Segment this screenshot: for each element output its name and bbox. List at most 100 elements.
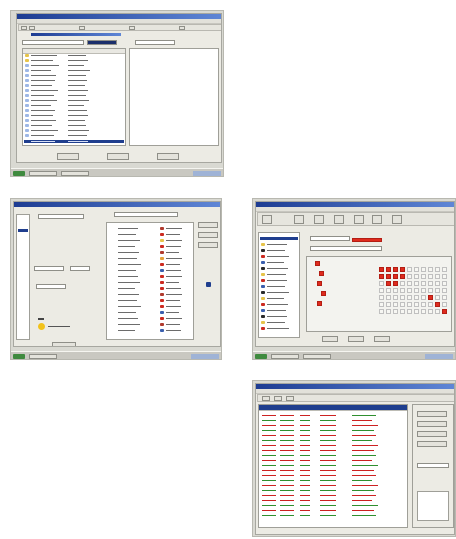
list-item[interactable] [24,94,124,97]
grid-cell[interactable] [421,309,426,314]
grid-cell[interactable] [428,302,433,307]
grid-cell[interactable] [442,288,447,293]
toolbar-button[interactable] [334,215,344,224]
grid-cell-marked[interactable] [435,302,440,307]
list-item[interactable] [108,287,192,290]
grid-cell-marked[interactable] [317,301,322,306]
tree-item[interactable] [260,321,298,324]
grid-cell-marked[interactable] [428,295,433,300]
grid-pane[interactable] [306,256,452,332]
list-item[interactable] [24,104,124,107]
dialog-button[interactable] [57,153,79,160]
tree-pane[interactable] [258,232,300,338]
grid-cell-marked[interactable] [379,267,384,272]
dialog-button[interactable] [107,153,129,160]
dialog-button[interactable] [348,336,364,342]
grid-cell[interactable] [435,295,440,300]
grid-cell[interactable] [379,309,384,314]
grid-cell[interactable] [428,274,433,279]
title-bar[interactable] [14,202,220,207]
list-item[interactable] [108,269,192,272]
toolbar-button[interactable] [79,26,85,30]
table-row[interactable] [260,504,406,507]
grid-cell-marked[interactable] [393,267,398,272]
toolbar-button[interactable] [21,26,27,30]
list-item[interactable] [24,129,124,132]
start-button[interactable] [13,354,25,359]
list-item[interactable] [108,257,192,260]
tree-item[interactable] [260,309,298,312]
grid-cell[interactable] [400,309,405,314]
grid-cell-marked[interactable] [315,261,320,266]
list-item[interactable] [108,323,192,326]
grid-cell[interactable] [442,274,447,279]
tree-item[interactable] [260,267,298,270]
tree-item[interactable] [260,315,298,318]
taskbar-button[interactable] [29,354,57,359]
table-row[interactable] [260,494,406,497]
side-button[interactable] [417,441,447,447]
table-row[interactable] [260,429,406,432]
option-field[interactable] [36,284,66,289]
grid-cell[interactable] [393,302,398,307]
grid-cell[interactable] [421,267,426,272]
grid-cell-marked[interactable] [393,274,398,279]
list-item[interactable] [24,74,124,77]
grid-cell[interactable] [414,295,419,300]
grid-cell[interactable] [400,281,405,286]
table-row[interactable] [260,469,406,472]
grid-cell[interactable] [393,288,398,293]
grid-cell[interactable] [407,309,412,314]
table-row[interactable] [260,434,406,437]
list-item[interactable] [108,263,192,266]
grid-cell-marked[interactable] [319,271,324,276]
grid-cell[interactable] [400,295,405,300]
ok-button[interactable] [52,342,76,346]
tree-item[interactable] [260,327,298,330]
table-row[interactable] [260,489,406,492]
list-item[interactable] [108,299,192,302]
value-field[interactable] [70,266,90,271]
grid-cell[interactable] [428,309,433,314]
grid-cell[interactable] [407,267,412,272]
list-item[interactable] [24,134,124,137]
grid-cell[interactable] [421,288,426,293]
grid-cell[interactable] [414,267,419,272]
name-field[interactable] [310,236,350,241]
grid-cell[interactable] [407,274,412,279]
taskbar-button[interactable] [271,354,299,359]
grid-cell[interactable] [414,309,419,314]
side-button[interactable] [417,411,447,417]
grid-cell[interactable] [407,302,412,307]
list-item[interactable] [108,233,192,236]
grid-cell[interactable] [428,288,433,293]
table-row[interactable] [260,514,406,517]
list-item[interactable] [24,114,124,117]
table-row[interactable] [260,419,406,422]
side-button[interactable] [417,431,447,437]
list-item[interactable] [24,109,124,112]
grid-cell-marked[interactable] [442,309,447,314]
combo-field[interactable] [135,40,175,45]
dialog-button[interactable] [322,336,338,342]
list-item[interactable] [108,275,192,278]
grid-cell[interactable] [435,267,440,272]
grid-cell[interactable] [421,295,426,300]
filter-field[interactable] [87,40,117,45]
grid-cell[interactable] [386,302,391,307]
list-item[interactable] [108,293,192,296]
tree-item[interactable] [260,291,298,294]
list-item[interactable] [108,245,192,248]
toolbar-button[interactable] [392,215,402,224]
side-button[interactable] [417,421,447,427]
table-row[interactable] [260,474,406,477]
table-row[interactable] [260,444,406,447]
toolbar-button[interactable] [314,215,324,224]
grid-cell[interactable] [421,274,426,279]
table-row[interactable] [260,454,406,457]
list-item[interactable] [24,89,124,92]
value-field[interactable] [310,246,382,251]
grid-cell[interactable] [435,274,440,279]
grid-cell[interactable] [435,281,440,286]
table-row[interactable] [260,424,406,427]
